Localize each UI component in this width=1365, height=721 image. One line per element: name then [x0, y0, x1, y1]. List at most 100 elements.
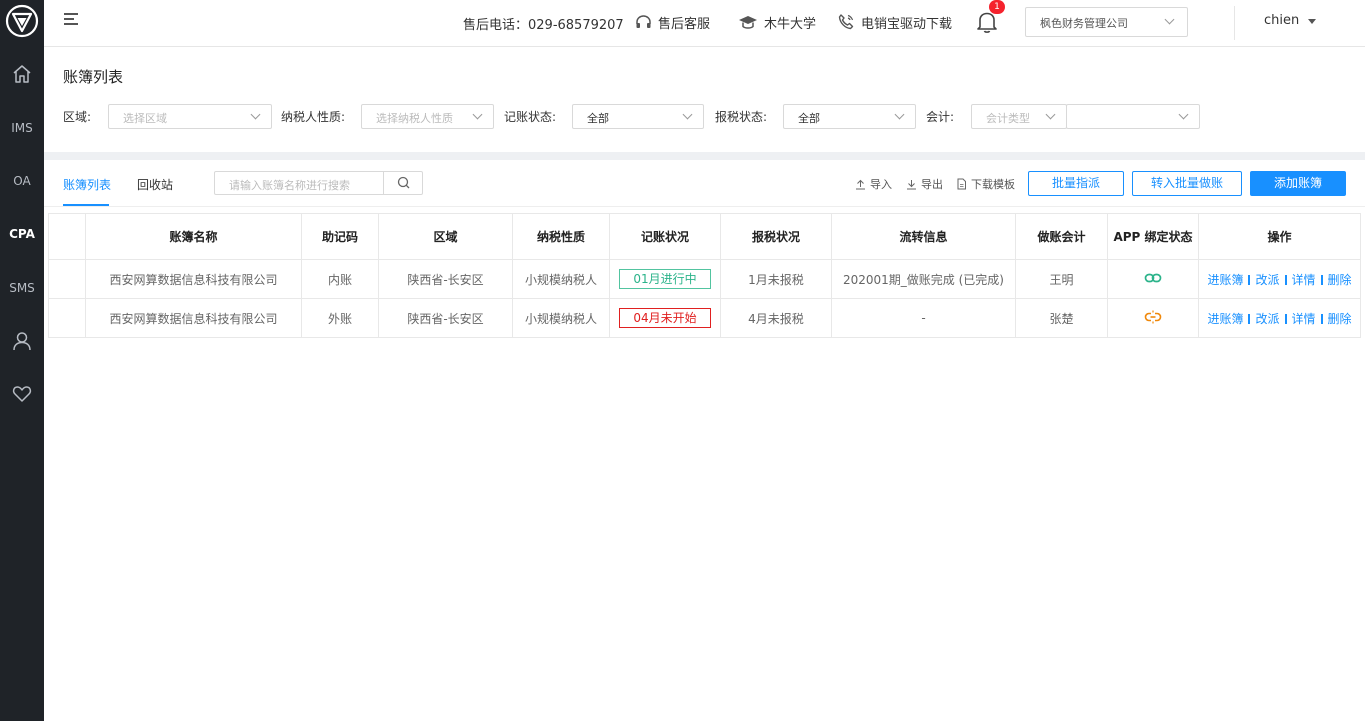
book-search-input[interactable]: 请输入账簿名称进行搜索	[214, 171, 384, 195]
bookkeeping-filter-label: 记账状态:	[504, 110, 557, 124]
accountant-type-select[interactable]: 会计类型	[971, 104, 1067, 129]
sidebar-item-home[interactable]	[0, 62, 44, 86]
upload-icon	[856, 179, 865, 189]
details-link[interactable]: 详情	[1292, 312, 1316, 326]
search-button[interactable]	[383, 171, 423, 195]
company-select-value: 枫色财务管理公司	[1040, 17, 1128, 30]
chevron-down-icon	[682, 109, 693, 120]
actions-cell: 进账簿 改派 详情 删除	[1198, 298, 1361, 338]
region-cell: 陕西省-长安区	[378, 298, 513, 338]
tax-status-cell: 1月未报税	[720, 259, 832, 299]
details-link[interactable]: 详情	[1292, 273, 1316, 287]
phone-icon	[838, 14, 854, 30]
driver-download-link[interactable]: 电销宝驱动下载	[837, 11, 952, 33]
sidebar: IMS OA CPA SMS	[0, 0, 44, 721]
download-icon	[907, 179, 916, 189]
download-template-link[interactable]: 下载模板	[956, 176, 1015, 192]
accountant-filter-label: 会计:	[926, 110, 955, 124]
delete-link[interactable]: 删除	[1328, 273, 1352, 287]
column-header-region: 区域	[378, 213, 513, 260]
tab-book-list[interactable]: 账簿列表	[63, 176, 111, 193]
sidebar-item-user[interactable]	[0, 329, 44, 353]
university-link[interactable]: 木牛大学	[738, 11, 816, 33]
chevron-down-icon	[1164, 14, 1175, 25]
code-cell: 内账	[301, 259, 379, 299]
add-book-button[interactable]: 添加账簿	[1250, 171, 1346, 196]
tax-type-cell: 小规模纳税人	[512, 259, 610, 299]
export-link[interactable]: 导出	[906, 176, 943, 192]
column-header-book-name: 账簿名称	[85, 213, 302, 260]
bookkeeping-status-tag: 01月进行中	[619, 269, 711, 289]
region-select[interactable]: 选择区域	[108, 104, 272, 129]
bookkeeping-cell: 04月未开始	[609, 298, 721, 338]
import-label: 导入	[870, 178, 892, 191]
column-header-bookkeeping: 记账状况	[609, 213, 721, 260]
unlink-icon[interactable]	[1144, 310, 1162, 324]
batch-bookkeeping-button[interactable]: 转入批量做账	[1132, 171, 1242, 196]
user-menu[interactable]: chien	[1264, 13, 1299, 28]
bookkeeping-cell: 01月进行中	[609, 259, 721, 299]
toolbar-divider	[44, 206, 1365, 207]
search-icon	[397, 176, 410, 189]
column-header-tax-status: 报税状况	[720, 213, 832, 260]
enter-book-link[interactable]: 进账簿	[1207, 312, 1243, 326]
code-cell: 外账	[301, 298, 379, 338]
tax-status-cell: 4月未报税	[720, 298, 832, 338]
region-cell: 陕西省-长安区	[378, 259, 513, 299]
export-label: 导出	[921, 178, 943, 191]
transfer-cell: 202001期_做账完成 (已完成)	[831, 259, 1016, 299]
column-header-app-bind: APP 绑定状态	[1107, 213, 1199, 260]
taxpayer-select-placeholder: 选择纳税人性质	[376, 112, 453, 125]
customer-service-label: 售后客服	[658, 16, 711, 32]
table-row: 西安网算数据信息科技有限公司 外账 陕西省-长安区 小规模纳税人 04月未开始 …	[48, 298, 1361, 338]
tax-filing-filter-label: 报税状态:	[715, 110, 768, 124]
reassign-link[interactable]: 改派	[1255, 273, 1279, 287]
actions-cell: 进账簿 改派 详情 删除	[1198, 259, 1361, 299]
graduation-cap-icon	[739, 15, 757, 29]
tax-filing-select[interactable]: 全部	[783, 104, 916, 129]
university-label: 木牛大学	[764, 16, 817, 32]
tax-filing-select-value: 全部	[798, 112, 820, 125]
company-select[interactable]: 枫色财务管理公司	[1025, 7, 1188, 37]
books-table: 账簿名称 助记码 区域 纳税性质 记账状况 报税状况 流转信息 做账会计 APP…	[48, 213, 1361, 338]
taxpayer-filter-label: 纳税人性质:	[281, 110, 346, 124]
row-select-cell[interactable]	[48, 298, 86, 338]
chevron-down-icon	[1045, 109, 1056, 120]
table-row: 西安网算数据信息科技有限公司 内账 陕西省-长安区 小规模纳税人 01月进行中 …	[48, 259, 1361, 299]
batch-assign-button[interactable]: 批量指派	[1028, 171, 1124, 196]
chevron-down-icon	[250, 109, 261, 120]
sidebar-item-favorite[interactable]	[0, 382, 44, 406]
sidebar-item-cpa[interactable]: CPA	[0, 222, 44, 246]
accountant-cell: 张楚	[1015, 298, 1108, 338]
headset-icon	[636, 14, 651, 28]
book-name-cell: 西安网算数据信息科技有限公司	[85, 298, 302, 338]
enter-book-link[interactable]: 进账簿	[1207, 273, 1243, 287]
page-title: 账簿列表	[63, 68, 124, 86]
caret-down-icon[interactable]	[1308, 19, 1316, 24]
sidebar-item-ims[interactable]: IMS	[0, 116, 44, 140]
tab-recycle-bin[interactable]: 回收站	[137, 176, 173, 193]
customer-service-link[interactable]: 售后客服	[635, 11, 710, 33]
bookkeeping-select[interactable]: 全部	[572, 104, 704, 129]
menu-toggle-button[interactable]	[64, 13, 78, 29]
heart-icon	[12, 386, 32, 402]
section-divider	[44, 152, 1365, 160]
delete-link[interactable]: 删除	[1328, 312, 1352, 326]
app-bind-cell	[1107, 259, 1199, 299]
reassign-link[interactable]: 改派	[1255, 312, 1279, 326]
bookkeeping-select-value: 全部	[587, 112, 609, 125]
app-logo[interactable]	[5, 4, 39, 38]
table-header-row: 账簿名称 助记码 区域 纳税性质 记账状况 报税状况 流转信息 做账会计 APP…	[48, 213, 1361, 260]
sidebar-item-oa[interactable]: OA	[0, 169, 44, 193]
region-filter-label: 区域:	[63, 110, 92, 124]
sidebar-item-sms[interactable]: SMS	[0, 276, 44, 300]
accountant-type-placeholder: 会计类型	[986, 112, 1030, 125]
row-select-cell[interactable]	[48, 259, 86, 299]
bookkeeping-status-tag: 04月未开始	[619, 308, 711, 328]
header-divider	[1234, 6, 1235, 40]
tax-type-cell: 小规模纳税人	[512, 298, 610, 338]
link-icon[interactable]	[1144, 272, 1162, 284]
taxpayer-select[interactable]: 选择纳税人性质	[361, 104, 494, 129]
import-link[interactable]: 导入	[855, 176, 892, 192]
accountant-select[interactable]	[1066, 104, 1200, 129]
